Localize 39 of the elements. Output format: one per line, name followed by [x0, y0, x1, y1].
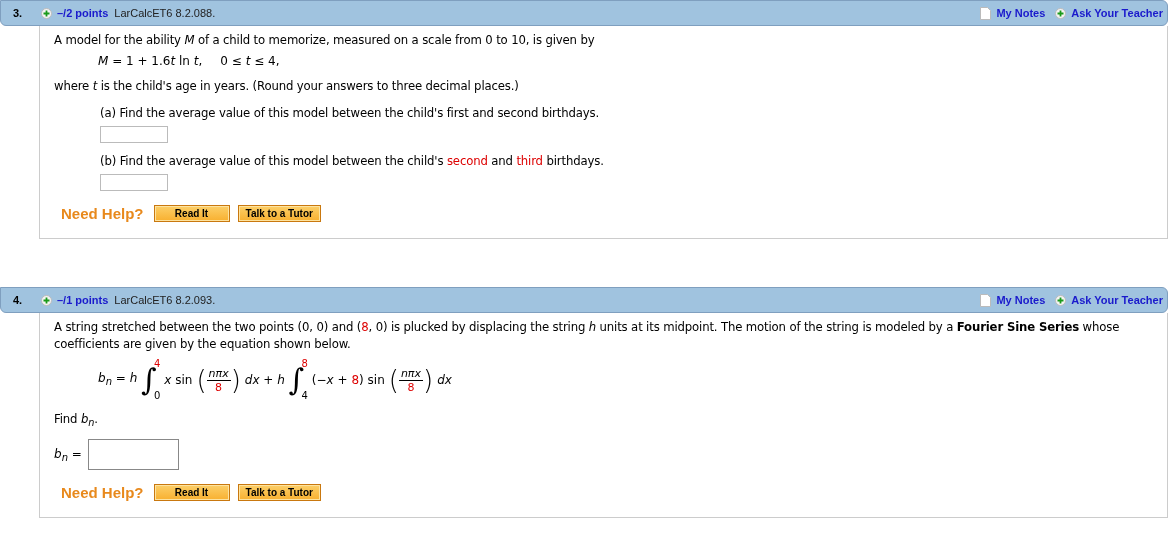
- plus-icon: [41, 294, 52, 306]
- question-text: (a) Find the average value of this model between the child's first and second birthdays.: [100, 105, 600, 122]
- note-icon: [980, 6, 992, 20]
- plus-icon: [1055, 7, 1067, 19]
- answer-field[interactable]: [87, 439, 179, 471]
- answer-label: b$_{n}$ =: [54, 446, 82, 463]
- help-button[interactable]: Read It: [153, 205, 230, 222]
- formula-text: x sin: [164, 371, 193, 389]
- question-text: (b) Find the average value of this model between the child's second and third birthdays.: [100, 153, 605, 170]
- formula-text: M = 1 + 1.6t ln t,: [98, 53, 203, 70]
- plus-icon: [1055, 294, 1067, 306]
- help-button[interactable]: Talk to a Tutor: [237, 484, 321, 502]
- question-text: A string stretched between the two points (0, 0) and (8, 0) is plucked by displacing the string h units at its midpoint. The motion of the string is modeled by a Fourier Sine Series whose coefficients are given by the equation shown below.: [54, 319, 1121, 353]
- plus-icon: [41, 7, 52, 19]
- answer-field[interactable]: [100, 126, 168, 143]
- note-icon: [980, 293, 992, 307]
- formula-text: (−x + 8) sin: [311, 371, 385, 389]
- formula-text: 0 ≤ t ≤ 4,: [220, 53, 280, 70]
- points-label: –/2 points: [57, 7, 109, 19]
- my-notes-link[interactable]: My Notes: [996, 294, 1046, 306]
- problem-code: LarCalcET6 8.2.088.: [114, 7, 216, 19]
- points-label: –/1 points: [57, 294, 109, 306]
- formula-text: dx + h: [244, 371, 285, 389]
- answer-field[interactable]: [100, 174, 168, 191]
- question-number: 3.: [13, 7, 24, 19]
- problem-code: LarCalcET6 8.2.093.: [114, 294, 216, 306]
- formula-text: b$_{n}$ = h: [98, 369, 138, 390]
- question-text: A model for the ability M of a child to memorize, measured on a scale from 0 to 10, is given by: [54, 32, 596, 49]
- help-button[interactable]: Talk to a Tutor: [237, 205, 321, 222]
- question-text: where t is the child's age in years. (Round your answers to three decimal places.): [54, 78, 520, 95]
- need-help-label: Need Help?: [61, 484, 144, 502]
- ask-teacher-link[interactable]: Ask Your Teacher: [1071, 294, 1163, 306]
- question-number: 4.: [13, 294, 24, 306]
- ask-teacher-link[interactable]: Ask Your Teacher: [1071, 7, 1163, 19]
- need-help-label: Need Help?: [61, 205, 144, 222]
- formula-text: dx: [437, 371, 452, 389]
- my-notes-link[interactable]: My Notes: [996, 7, 1046, 19]
- question-text: Find b$_{n}$.: [54, 411, 99, 431]
- help-button[interactable]: Read It: [153, 484, 230, 502]
